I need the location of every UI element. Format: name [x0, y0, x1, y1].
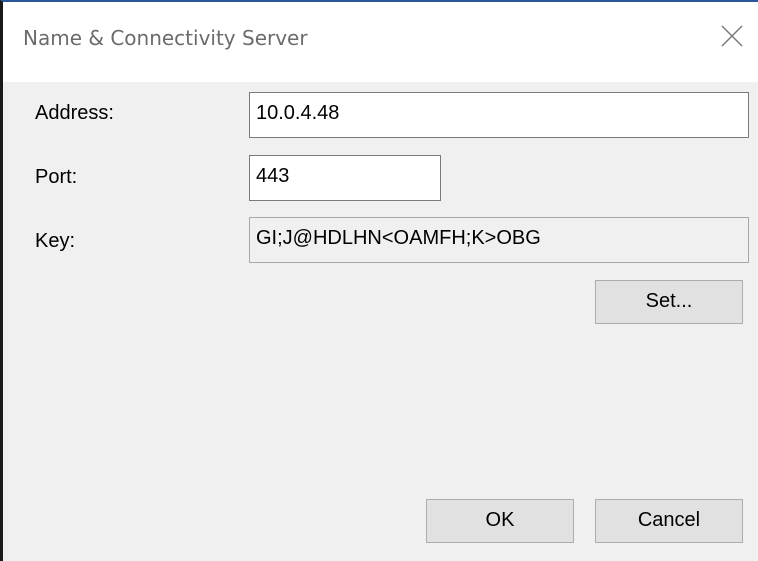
- close-icon[interactable]: [712, 16, 752, 56]
- port-label: Port:: [35, 166, 78, 188]
- ok-button[interactable]: OK: [426, 499, 574, 543]
- port-field[interactable]: 443: [249, 155, 441, 201]
- key-field: GI;J@HDLHN<OAMFH;K>OBG: [249, 217, 749, 263]
- key-label: Key:: [35, 230, 76, 252]
- title-bar: Name & Connectivity Server: [3, 2, 758, 82]
- dialog-title: Name & Connectivity Server: [23, 26, 308, 50]
- name-connectivity-server-dialog: Name & Connectivity Server Address: 10.0…: [0, 0, 758, 561]
- address-field[interactable]: 10.0.4.48: [249, 92, 749, 138]
- address-label: Address:: [35, 102, 114, 124]
- cancel-button[interactable]: Cancel: [595, 499, 743, 543]
- set-button[interactable]: Set...: [595, 280, 743, 324]
